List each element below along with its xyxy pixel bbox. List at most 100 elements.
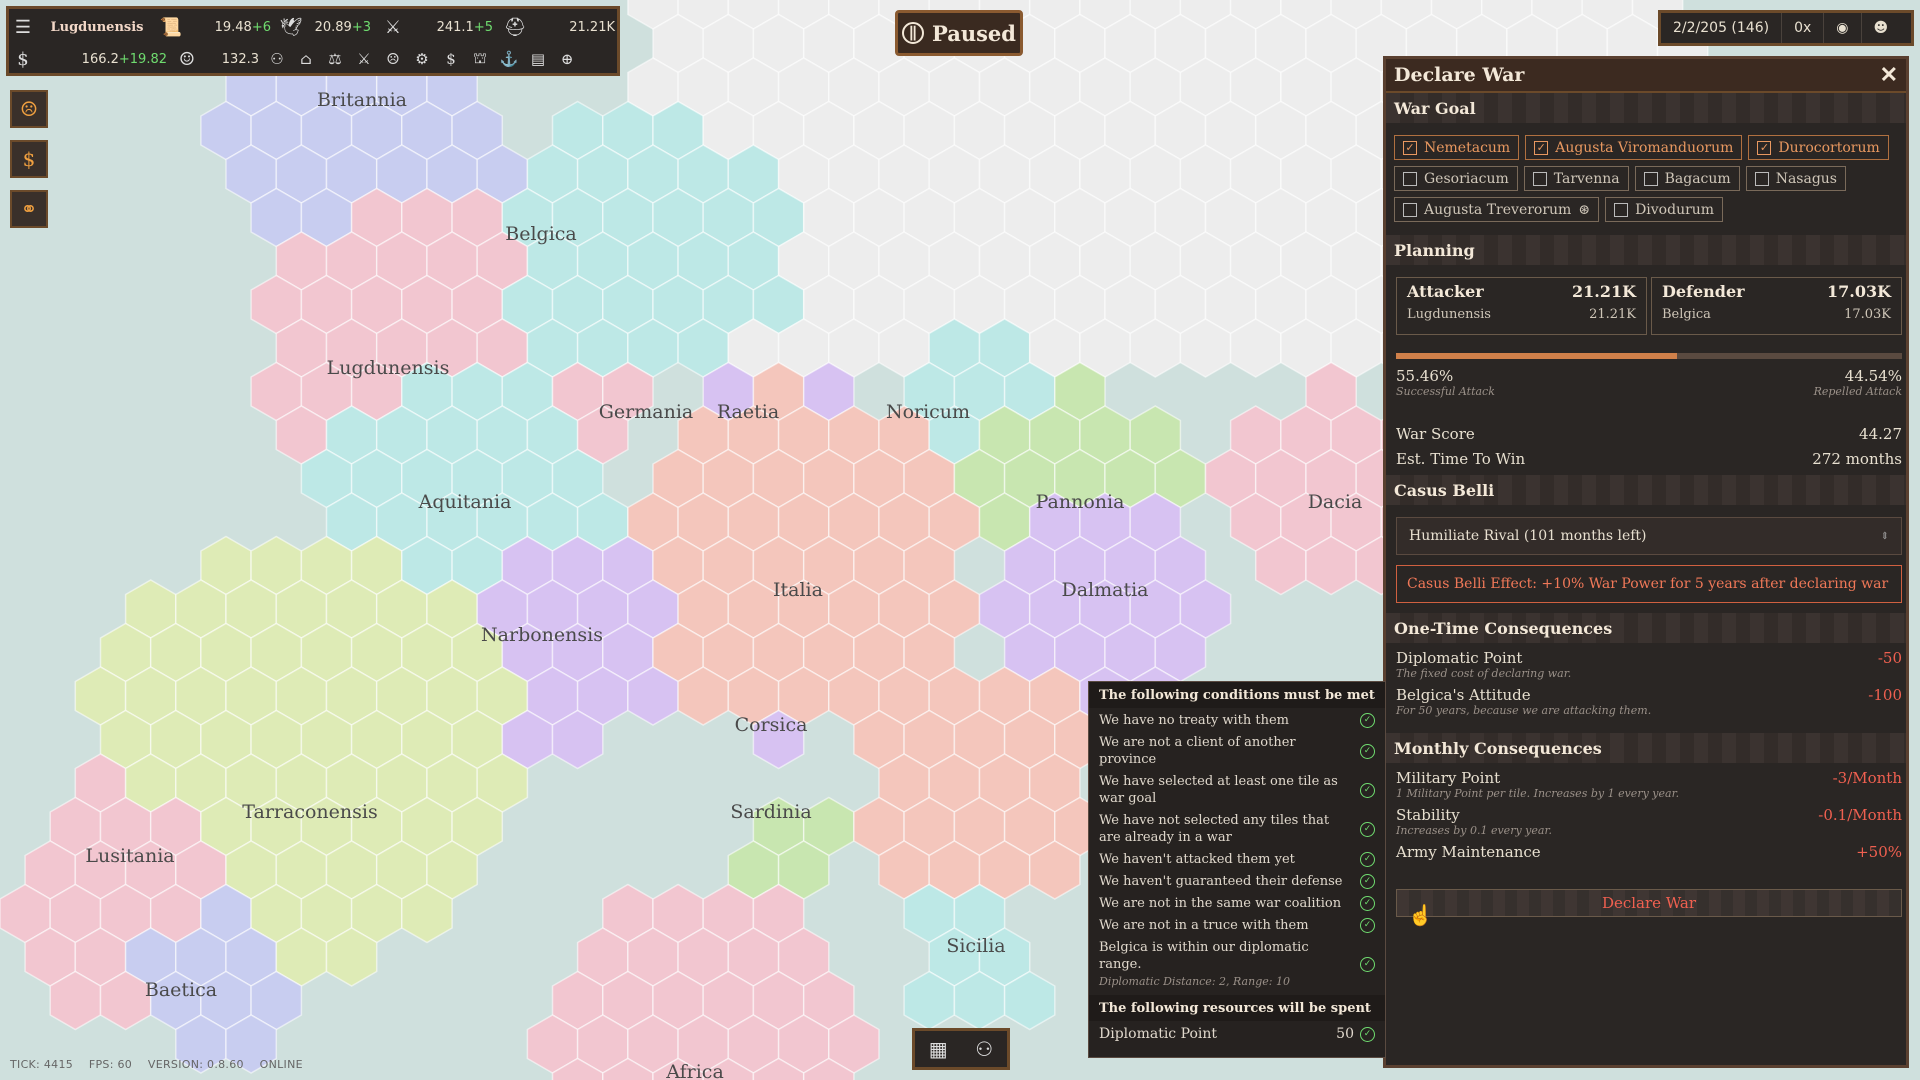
region-label: Aquitania [418, 491, 512, 513]
crossed-swords-icon[interactable]: ⚔ [352, 47, 376, 71]
resources-title: The following resources will be spent [1089, 995, 1385, 1021]
condition-text: We are not in the same war coalition [1099, 896, 1342, 911]
close-icon[interactable]: ✕ [1880, 62, 1898, 88]
cursor-hand-icon: ☝ [1408, 903, 1433, 927]
money-icon[interactable]: $ [439, 47, 463, 71]
head-icon[interactable]: ☹ [381, 47, 405, 71]
region-label: Britannia [317, 89, 407, 111]
game-speed[interactable]: 0x [1782, 13, 1825, 43]
casus-belli-effect: Casus Belli Effect: +10% War Power for 5… [1396, 565, 1902, 603]
time-to-win-label: Est. Time To Win [1396, 450, 1526, 468]
condition-text: We are not in a truce with them [1099, 918, 1309, 933]
war-goal-checkbox[interactable]: Augusta Treverorum ⊛ [1394, 197, 1600, 222]
stat-4: 21.21K [569, 19, 615, 35]
pause-icon: ∥ [902, 22, 924, 44]
book-icon[interactable]: ▤ [526, 47, 550, 71]
monthly-list: Military Point -3/Month 1 Military Point p… [1396, 769, 1902, 867]
version-label: VERSION: 0.8.60 [147, 1058, 244, 1071]
condition-text: We are not a client of another province [1099, 735, 1296, 767]
consequence-row: Diplomatic Point -50 [1396, 649, 1902, 667]
war-goal-checkbox[interactable]: Nasagus [1745, 166, 1846, 191]
building-icon[interactable]: ⌂ [294, 47, 318, 71]
attacker-label: Attacker [1407, 282, 1484, 301]
region-label: Dacia [1308, 491, 1363, 513]
attacker-box: Attacker 21.21K Lugdunensis 21.21K [1396, 277, 1647, 335]
network-icon[interactable]: ⚇ [265, 47, 289, 71]
consequence-label: Army Maintenance [1396, 843, 1541, 861]
map-mode-buttons: ▦ ⚇ [912, 1028, 1010, 1070]
war-goal-name: Augusta Treverorum [1424, 201, 1572, 218]
check-icon: ✓ [1360, 713, 1375, 728]
treasury-button[interactable]: $ [10, 140, 48, 178]
resource-row: Diplomatic Point 50 ✓ [1089, 1021, 1385, 1047]
war-goal-checkbox[interactable]: ✓ Durocortorum [1748, 135, 1889, 160]
condition-item: We are not a client of another province ✓ [1099, 734, 1375, 768]
condition-text: We have not selected any tiles that are … [1099, 813, 1330, 845]
gear-icon[interactable]: ⚙ [410, 47, 434, 71]
region-label: Lugdunensis [327, 357, 450, 379]
war-goal-name: Durocortorum [1778, 139, 1880, 156]
defender-value: 17.03K [1844, 307, 1891, 322]
stat-3: 241.1 +5 [436, 19, 493, 35]
province-name[interactable]: Lugdunensis [37, 12, 157, 42]
temple-icon[interactable]: ⛫ [468, 47, 492, 71]
status-footer: TICK: 4415 FPS: 60 VERSION: 0.8.60 ONLIN… [10, 1058, 315, 1071]
menu-icon[interactable]: ☰ [9, 13, 37, 41]
condition-item: We haven't guaranteed their defense ✓ [1099, 873, 1375, 890]
war-goal-checkbox[interactable]: ✓ Nemetacum [1394, 135, 1520, 160]
region-label: Belgica [505, 223, 577, 245]
diplomacy-button[interactable]: ⚭ [10, 190, 48, 228]
map-icon[interactable]: ▦ [929, 1037, 948, 1061]
condition-item: We are not in a truce with them ✓ [1099, 917, 1375, 934]
success-pct: 55.46% [1396, 367, 1454, 385]
defender-name: Belgica [1662, 307, 1711, 322]
check-icon: ✓ [1360, 896, 1375, 911]
region-label: Noricum [886, 401, 970, 423]
condition-item: Belgica is within our diplomatic range. D… [1099, 939, 1375, 990]
war-goal-header: War Goal [1386, 93, 1906, 123]
region-label: Africa [665, 1061, 724, 1080]
war-goal-checkbox[interactable]: ✓ Augusta Viromanduorum [1525, 135, 1743, 160]
region-label: Narbonensis [481, 624, 603, 646]
advisor-button[interactable]: ☹ [10, 90, 48, 128]
casus-belli-select[interactable]: Humiliate Rival (101 months left) ⇕ [1396, 517, 1902, 555]
condition-item: We haven't attacked them yet ✓ [1099, 851, 1375, 868]
attacker-value: 21.21K [1589, 307, 1636, 322]
check-icon: ✓ [1360, 743, 1375, 759]
graph-icon[interactable]: ⚇ [975, 1037, 993, 1061]
success-bar-fill [1396, 353, 1677, 359]
war-goal-checkbox[interactable]: Gesoriacum [1394, 166, 1518, 191]
consequence-label: Military Point [1396, 769, 1501, 787]
war-score-label: War Score [1396, 425, 1475, 443]
check-icon: ✓ [1360, 782, 1375, 798]
checkbox-icon [1532, 171, 1547, 186]
stat-1: 19.48 +6 [214, 19, 271, 35]
success-probability-bar [1396, 353, 1902, 359]
resource-value: 50 [1336, 1026, 1354, 1042]
resource-bar: ☰ Lugdunensis 📜 19.48 +6 🕊 20.89 +3 ⚔ 241.… [6, 6, 620, 76]
money-stat: 166.2 +19.82 [81, 51, 167, 67]
war-goal-name: Augusta Viromanduorum [1555, 139, 1734, 156]
condition-item: We have no treaty with them ✓ [1099, 712, 1375, 729]
pause-button[interactable]: ∥ Paused [895, 10, 1023, 56]
discord-icon[interactable]: ☻ [1862, 13, 1901, 43]
check-icon: ✓ [1360, 852, 1375, 867]
consequence-desc: For 50 years, because we are attacking t… [1396, 704, 1652, 717]
checkbox-icon: ✓ [1534, 140, 1549, 155]
conditions-tooltip: The following conditions must be met We … [1088, 681, 1386, 1058]
scales-icon[interactable]: ⚖ [323, 47, 347, 71]
steam-icon[interactable]: ◉ [1824, 13, 1862, 43]
war-goal-checkbox[interactable]: Divodurum [1605, 197, 1724, 222]
consequence-row: Army Maintenance +50% [1396, 843, 1902, 861]
war-goal-checkbox[interactable]: Bagacum [1634, 166, 1740, 191]
consequence-label: Diplomatic Point [1396, 649, 1523, 667]
war-goal-checkbox[interactable]: Tarvenna [1523, 166, 1629, 191]
war-goal-name: Nasagus [1775, 170, 1837, 187]
ship-icon[interactable]: ⚓ [497, 47, 521, 71]
consequence-item: Military Point -3/Month 1 Military Point p… [1396, 769, 1902, 800]
globe-icon[interactable]: ⊕ [555, 47, 579, 71]
condition-item: We are not in the same war coalition ✓ [1099, 895, 1375, 912]
check-icon: ✓ [1360, 821, 1375, 837]
war-goal-name: Gesoriacum [1424, 170, 1509, 187]
declare-war-button[interactable]: Declare War [1396, 889, 1902, 917]
